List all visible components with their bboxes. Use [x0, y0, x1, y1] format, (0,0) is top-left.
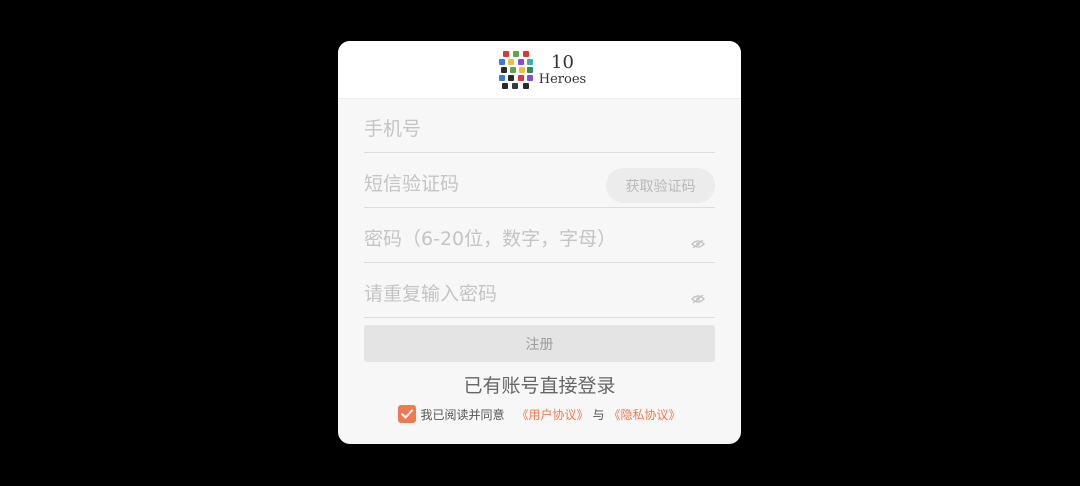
register-button[interactable]: 注册 [364, 325, 715, 362]
phone-field-row [364, 98, 715, 153]
agreement-and: 与 [592, 407, 605, 422]
confirm-password-field-row [364, 263, 715, 318]
agreement-prefix: 我已阅读并同意 [420, 407, 505, 422]
eye-hidden-icon[interactable] [691, 289, 705, 304]
get-sms-code-button[interactable]: 获取验证码 [606, 168, 715, 203]
phone-input[interactable] [364, 98, 715, 152]
privacy-policy-link[interactable]: 《隐私协议》 [609, 406, 681, 423]
logo-text: 10 Heroes [538, 51, 587, 87]
login-link[interactable]: 已有账号直接登录 [364, 371, 715, 398]
sms-field-row: 获取验证码 [364, 153, 715, 208]
dialog-header: 10 Heroes [338, 41, 741, 99]
register-dialog: 10 Heroes 获取验证码 [338, 41, 741, 444]
user-agreement-link[interactable]: 《用户协议》 [516, 406, 588, 423]
logo-number: 10 [551, 51, 574, 73]
logo: 10 Heroes [498, 50, 587, 90]
password-input[interactable] [364, 208, 715, 262]
check-icon [401, 409, 414, 419]
logo-word: Heroes [538, 71, 587, 87]
password-field-row [364, 208, 715, 263]
register-form: 获取验证码 注册 已有账号直接登录 [364, 98, 715, 423]
agree-checkbox[interactable] [398, 405, 417, 423]
heroes-logo-icon [498, 50, 533, 90]
agreement-row: 我已阅读并同意 《用户协议》 与 《隐私协议》 [364, 405, 715, 423]
eye-hidden-icon[interactable] [691, 234, 705, 249]
confirm-password-input[interactable] [364, 263, 715, 317]
